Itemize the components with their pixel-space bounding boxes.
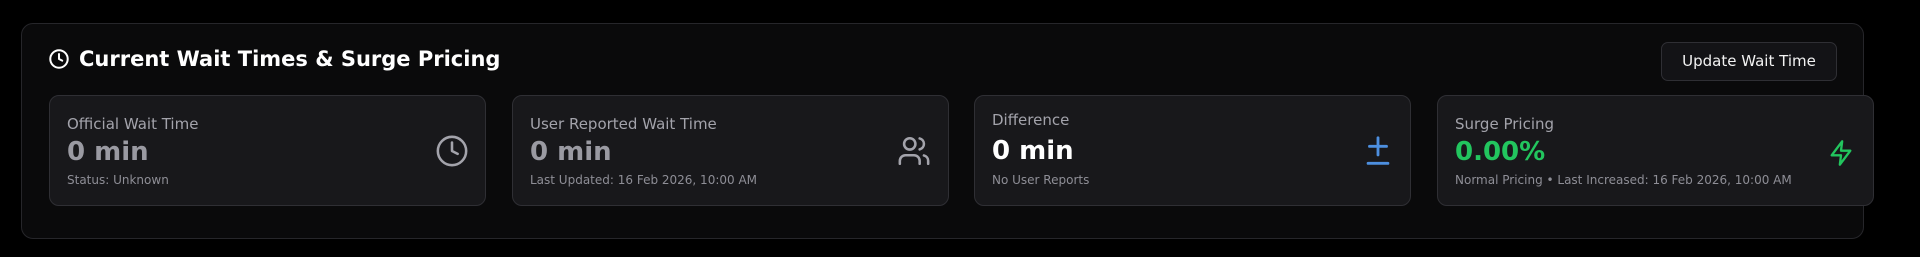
clock-icon (48, 48, 70, 70)
card-value: 0 min (67, 137, 149, 167)
wait-times-panel: Current Wait Times & Surge Pricing Updat… (21, 23, 1874, 239)
card-status: Normal Pricing • Last Increased: 16 Feb … (1455, 173, 1792, 187)
card-status: Status: Unknown (67, 173, 169, 187)
plus-minus-icon (1361, 135, 1395, 169)
user-reported-wait-time-card: User Reported Wait Time 0 min Last Updat… (512, 95, 949, 206)
update-wait-time-button[interactable]: Update Wait Time (1661, 42, 1837, 81)
users-icon (897, 134, 931, 168)
card-value: 0 min (992, 136, 1074, 166)
card-label: Surge Pricing (1455, 115, 1555, 133)
surge-pricing-card: Surge Pricing 0.00% Normal Pricing • Las… (1437, 95, 1874, 206)
card-value: 0 min (530, 137, 612, 167)
lightning-icon (1827, 139, 1855, 167)
card-value: 0.00% (1455, 137, 1546, 167)
panel-title: Current Wait Times & Surge Pricing (79, 47, 501, 71)
clock-icon (435, 134, 469, 168)
card-status: No User Reports (992, 173, 1090, 187)
official-wait-time-card: Official Wait Time 0 min Status: Unknown (49, 95, 486, 206)
card-label: User Reported Wait Time (530, 115, 717, 133)
card-last-updated: Last Updated: 16 Feb 2026, 10:00 AM (530, 173, 758, 187)
card-label: Difference (992, 111, 1070, 129)
card-label: Official Wait Time (67, 115, 199, 133)
difference-card: Difference 0 min No User Reports (974, 95, 1411, 206)
